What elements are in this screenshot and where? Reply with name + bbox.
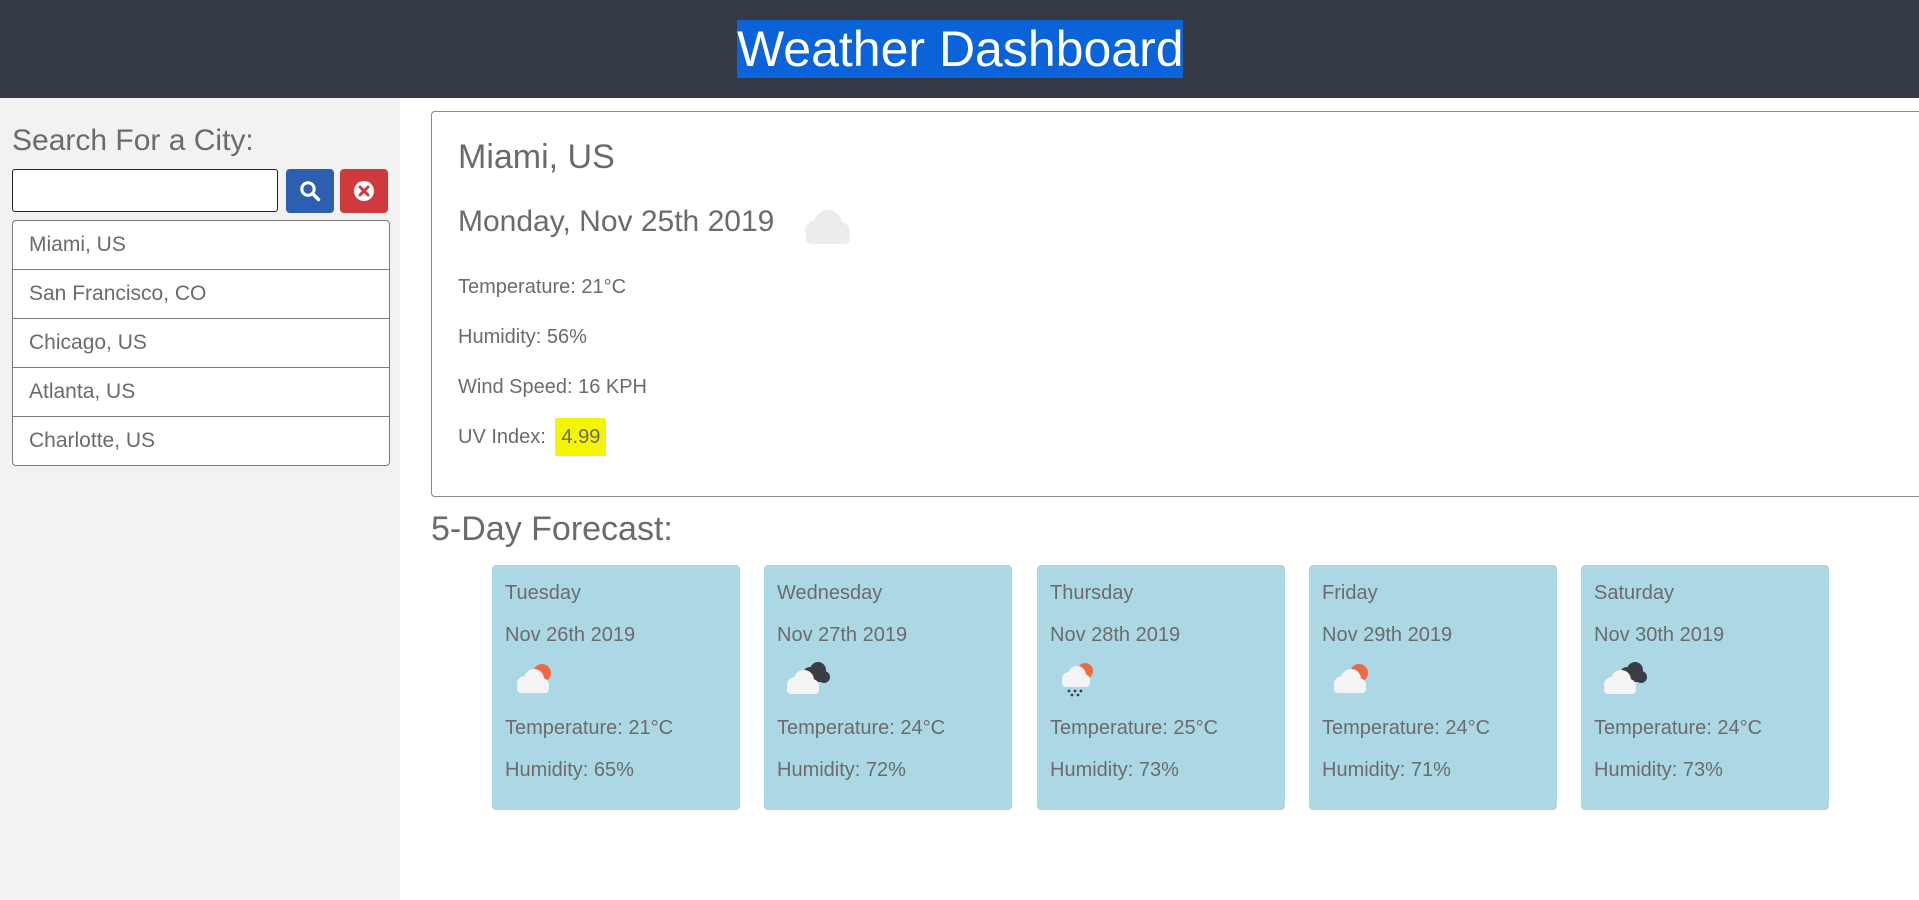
- forecast-temperature: Temperature: 25°C: [1050, 717, 1219, 739]
- current-wind-speed: Wind Speed: 16 KPH: [458, 376, 647, 398]
- forecast-card: Friday Nov 29th 2019 Temperature: 24°C H…: [1309, 565, 1557, 810]
- forecast-date: Nov 30th 2019: [1594, 624, 1725, 646]
- clear-button[interactable]: [340, 169, 388, 213]
- city-history-list: Miami, US San Francisco, CO Chicago, US …: [12, 220, 390, 466]
- forecast-humidity: Humidity: 72%: [777, 759, 906, 781]
- forecast-humidity: Humidity: 65%: [505, 759, 634, 781]
- forecast-card: Saturday Nov 30th 2019 Temperature: 24°C…: [1581, 565, 1829, 810]
- current-uv-index: UV Index: 4.99: [458, 418, 607, 456]
- forecast-card: Tuesday Nov 26th 2019 Temperature: 21°C …: [492, 565, 740, 810]
- search-button[interactable]: [286, 169, 334, 213]
- forecast-title: 5-Day Forecast:: [431, 510, 673, 548]
- forecast-date: Nov 26th 2019: [505, 624, 636, 646]
- forecast-day: Friday: [1322, 582, 1378, 604]
- forecast-day: Tuesday: [505, 582, 581, 604]
- page-title: Weather Dashboard: [737, 20, 1184, 78]
- city-item-san-francisco[interactable]: San Francisco, CO: [13, 270, 389, 319]
- current-temperature: Temperature: 21°C: [458, 276, 627, 298]
- current-date: Monday, Nov 25th 2019: [458, 205, 775, 238]
- forecast-temperature: Temperature: 21°C: [505, 717, 674, 739]
- forecast-card: Thursday Nov 28th 2019 Temperature: 25°C…: [1037, 565, 1285, 810]
- search-label: Search For a City:: [12, 124, 254, 157]
- current-humidity: Humidity: 56%: [458, 326, 587, 348]
- city-item-atlanta[interactable]: Atlanta, US: [13, 368, 389, 417]
- forecast-temperature: Temperature: 24°C: [1322, 717, 1491, 739]
- partly-cloudy-day-icon: [1327, 660, 1377, 703]
- forecast-temperature: Temperature: 24°C: [777, 717, 946, 739]
- city-search-input[interactable]: [12, 169, 278, 212]
- partly-cloudy-day-icon: [510, 660, 560, 703]
- forecast-day: Thursday: [1050, 582, 1134, 604]
- forecast-day: Saturday: [1594, 582, 1675, 604]
- broken-clouds-icon: [1599, 660, 1649, 703]
- forecast-date: Nov 27th 2019: [777, 624, 908, 646]
- forecast-date: Nov 28th 2019: [1050, 624, 1181, 646]
- forecast-card: Wednesday Nov 27th 2019 Temperature: 24°…: [764, 565, 1012, 810]
- app-header: Weather Dashboard: [0, 0, 1919, 98]
- forecast-day: Wednesday: [777, 582, 883, 604]
- forecast-humidity: Humidity: 73%: [1050, 759, 1179, 781]
- forecast-humidity: Humidity: 71%: [1322, 759, 1451, 781]
- broken-clouds-icon: [782, 660, 832, 703]
- forecast-temperature: Temperature: 24°C: [1594, 717, 1763, 739]
- rain-sun-icon: [1055, 660, 1105, 703]
- city-item-charlotte[interactable]: Charlotte, US: [13, 417, 389, 465]
- cloud-icon: [794, 204, 858, 253]
- close-circle-icon: [354, 181, 374, 201]
- search-icon: [300, 181, 321, 202]
- city-item-chicago[interactable]: Chicago, US: [13, 319, 389, 368]
- city-item-miami[interactable]: Miami, US: [13, 221, 389, 270]
- forecast-humidity: Humidity: 73%: [1594, 759, 1723, 781]
- uv-value-badge: 4.99: [555, 418, 607, 456]
- current-city: Miami, US: [458, 138, 615, 176]
- uv-label: UV Index:: [458, 426, 546, 448]
- sidebar: [0, 98, 400, 900]
- forecast-date: Nov 29th 2019: [1322, 624, 1453, 646]
- current-weather-card: Miami, US Monday, Nov 25th 2019 Temperat…: [431, 111, 1919, 497]
